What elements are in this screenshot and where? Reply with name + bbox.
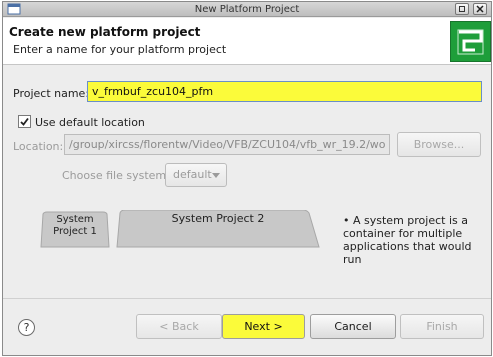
maximize-icon	[459, 6, 465, 12]
tab-small-line-1: System	[56, 214, 94, 225]
window-title: New Platform Project	[194, 4, 300, 15]
browse-button[interactable]: Browse...	[397, 132, 481, 157]
system-project-1-tab: System Project 1	[41, 212, 109, 246]
info-line-3: applications that would run	[343, 240, 472, 266]
project-name-label: Project name:	[13, 87, 90, 100]
finish-button[interactable]: Finish	[400, 314, 484, 339]
wizard-banner: Create new platform project Enter a name…	[3, 18, 491, 65]
back-button[interactable]: < Back	[136, 314, 222, 339]
project-name-input[interactable]	[87, 81, 482, 102]
file-system-value: default	[173, 168, 212, 181]
info-line-2: container for multiple	[343, 227, 463, 240]
new-platform-project-dialog: New Platform Project Create new platform…	[2, 1, 492, 356]
use-default-location-label: Use default location	[35, 116, 145, 129]
footer-divider	[3, 298, 491, 299]
info-line-1: • A system project is a	[343, 214, 493, 227]
file-system-dropdown[interactable]: default	[165, 163, 227, 187]
close-button[interactable]	[473, 3, 487, 15]
info-bullet: •	[343, 214, 350, 227]
chevron-down-icon	[212, 173, 220, 178]
title-bar[interactable]: New Platform Project	[3, 2, 491, 17]
help-icon: ?	[23, 321, 30, 334]
next-button[interactable]: Next >	[222, 314, 305, 339]
system-project-2-tab: System Project 2	[171, 212, 265, 225]
info-text-1: A system project is a	[353, 214, 468, 227]
location-label: Location:	[13, 140, 64, 153]
tab-small-line-2: Project 1	[53, 226, 97, 237]
maximize-button[interactable]	[455, 3, 469, 15]
system-project-info: • A system project is a container for mu…	[343, 214, 493, 266]
banner-description: Enter a name for your platform project	[13, 43, 227, 56]
checkmark-icon	[20, 117, 29, 126]
banner-title: Create new platform project	[9, 25, 201, 39]
help-button[interactable]: ?	[18, 319, 35, 336]
file-system-label: Choose file system:	[62, 169, 170, 182]
platform-wizard-logo-icon	[450, 21, 491, 62]
close-icon	[476, 5, 484, 13]
cancel-button[interactable]: Cancel	[310, 314, 396, 339]
location-input[interactable]	[64, 134, 390, 155]
use-default-location-checkbox[interactable]	[18, 115, 31, 128]
